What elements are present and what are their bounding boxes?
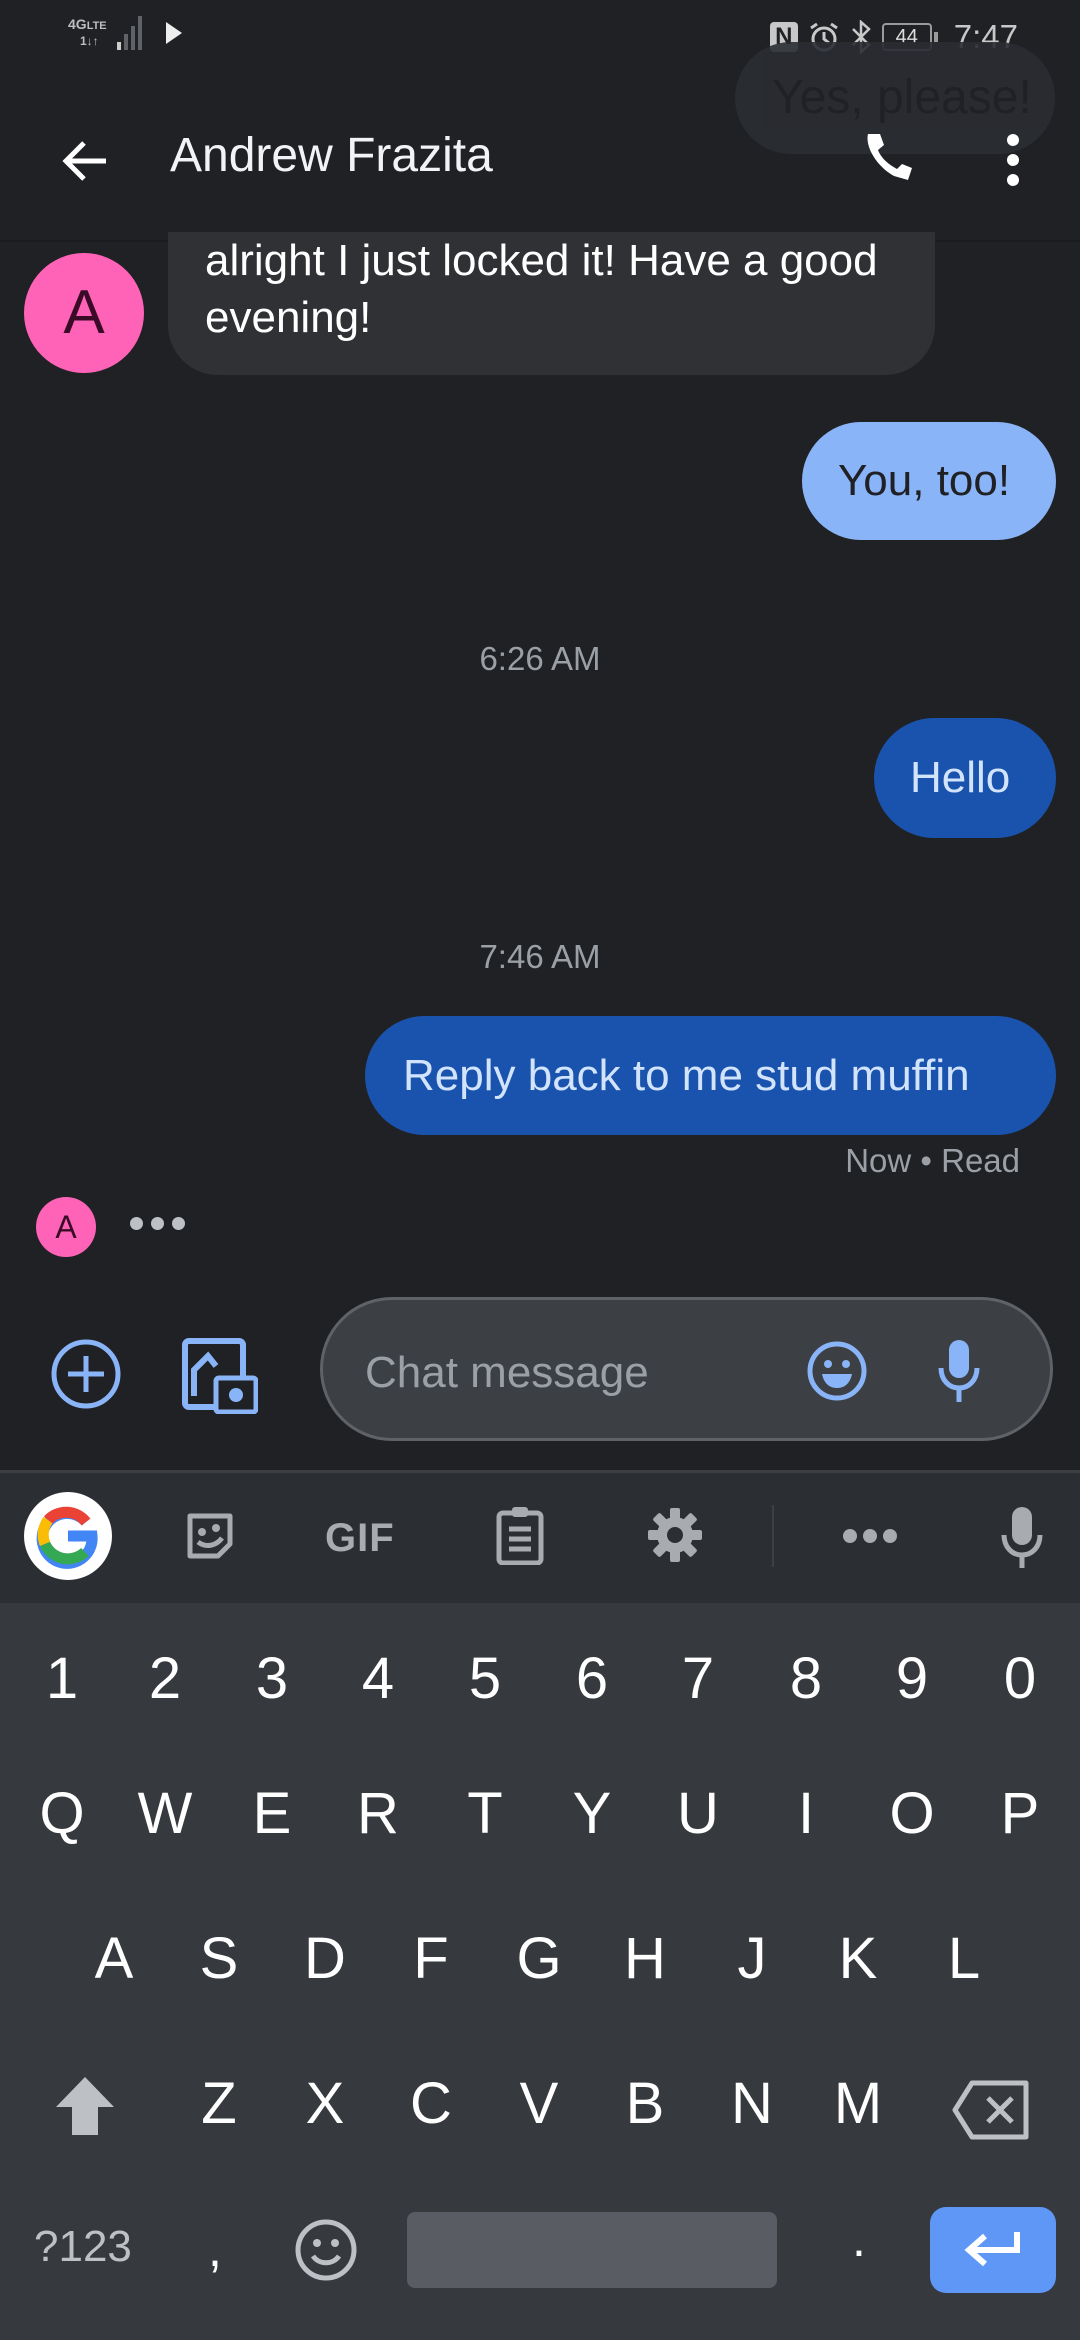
contact-name[interactable]: Andrew Frazita	[170, 128, 493, 183]
key-o[interactable]: O	[862, 1780, 962, 1847]
key-6[interactable]: 6	[542, 1645, 642, 1712]
conversation-header	[0, 75, 1080, 240]
enter-key[interactable]	[930, 2207, 1056, 2293]
key-1[interactable]: 1	[12, 1645, 112, 1712]
key-e[interactable]: E	[222, 1780, 322, 1847]
key-v[interactable]: V	[489, 2070, 589, 2137]
gallery-camera-icon[interactable]	[182, 1338, 258, 1414]
key-0[interactable]: 0	[970, 1645, 1070, 1712]
key-d[interactable]: D	[275, 1925, 375, 1992]
keyboard-mic-icon[interactable]	[1000, 1505, 1044, 1569]
chat-message-placeholder: Chat message	[365, 1348, 649, 1397]
key-5[interactable]: 5	[435, 1645, 535, 1712]
timestamp: 7:46 AM	[479, 938, 601, 975]
message-status: Now • Read	[845, 1142, 1020, 1179]
key-q[interactable]: Q	[12, 1780, 112, 1847]
status-left: 4GLTE 1↓↑	[68, 16, 182, 50]
clipboard-icon[interactable]	[496, 1505, 544, 1565]
key-2[interactable]: 2	[115, 1645, 215, 1712]
key-3[interactable]: 3	[222, 1645, 322, 1712]
phone-icon[interactable]	[858, 130, 918, 190]
gif-button[interactable]: GIF	[325, 1516, 395, 1561]
toolbar-separator	[772, 1505, 774, 1567]
message-text: You, too!	[838, 456, 1011, 505]
message-text: alright I just locked it! Have a good ev…	[205, 236, 878, 342]
settings-icon[interactable]	[646, 1506, 704, 1564]
emoji-icon[interactable]	[806, 1340, 868, 1402]
key-z[interactable]: Z	[169, 2070, 269, 2137]
key-t[interactable]: T	[435, 1780, 535, 1847]
sticker-icon[interactable]	[184, 1510, 236, 1562]
key-8[interactable]: 8	[756, 1645, 856, 1712]
key-b[interactable]: B	[595, 2070, 695, 2137]
backspace-key[interactable]	[952, 2080, 1030, 2140]
shift-key[interactable]	[52, 2075, 118, 2137]
typing-avatar: A	[36, 1197, 96, 1257]
key-r[interactable]: R	[328, 1780, 428, 1847]
add-circle-icon[interactable]	[50, 1338, 122, 1410]
comma-key[interactable]: ,	[208, 2220, 222, 2278]
key-w[interactable]: W	[115, 1780, 215, 1847]
google-icon[interactable]	[24, 1492, 112, 1580]
play-store-notification-icon	[165, 22, 182, 44]
key-m[interactable]: M	[808, 2070, 908, 2137]
symbols-key[interactable]: ?123	[34, 2222, 132, 2272]
contact-avatar[interactable]: A	[24, 253, 144, 373]
message-bubble-sent[interactable]: Hello	[874, 718, 1056, 838]
key-g[interactable]: G	[489, 1925, 589, 1992]
key-u[interactable]: U	[648, 1780, 748, 1847]
emoji-key[interactable]	[294, 2218, 358, 2282]
network-indicator: 4GLTE 1↓↑	[68, 16, 107, 49]
key-f[interactable]: F	[381, 1925, 481, 1992]
more-icon[interactable]	[842, 1526, 898, 1546]
key-n[interactable]: N	[702, 2070, 802, 2137]
chat-message-input[interactable]: Chat message	[320, 1297, 1053, 1441]
message-bubble-received[interactable]: alright I just locked it! Have a good ev…	[168, 232, 935, 375]
message-bubble-sent[interactable]: You, too!	[802, 422, 1056, 540]
message-text: Hello	[910, 753, 1011, 802]
key-a[interactable]: A	[64, 1925, 164, 1992]
key-p[interactable]: P	[970, 1780, 1070, 1847]
arrow-back-icon[interactable]	[58, 135, 110, 187]
key-9[interactable]: 9	[862, 1645, 962, 1712]
key-j[interactable]: J	[702, 1925, 802, 1992]
enter-icon	[964, 2232, 1020, 2267]
key-s[interactable]: S	[169, 1925, 269, 1992]
more-vert-icon[interactable]	[1000, 130, 1026, 190]
key-c[interactable]: C	[381, 2070, 481, 2137]
period-key[interactable]: .	[852, 2210, 866, 2268]
mic-icon[interactable]	[937, 1338, 981, 1404]
key-k[interactable]: K	[808, 1925, 908, 1992]
message-bubble-sent[interactable]: Reply back to me stud muffin	[365, 1016, 1056, 1135]
timestamp: 6:26 AM	[479, 640, 601, 677]
space-key[interactable]	[407, 2212, 777, 2288]
key-h[interactable]: H	[595, 1925, 695, 1992]
key-y[interactable]: Y	[542, 1780, 642, 1847]
key-i[interactable]: I	[756, 1780, 856, 1847]
typing-indicator	[130, 1217, 185, 1230]
key-7[interactable]: 7	[648, 1645, 748, 1712]
key-4[interactable]: 4	[328, 1645, 428, 1712]
key-x[interactable]: X	[275, 2070, 375, 2137]
message-text: Reply back to me stud muffin	[403, 1051, 970, 1100]
signal-icon	[116, 16, 142, 50]
key-l[interactable]: L	[914, 1925, 1014, 1992]
